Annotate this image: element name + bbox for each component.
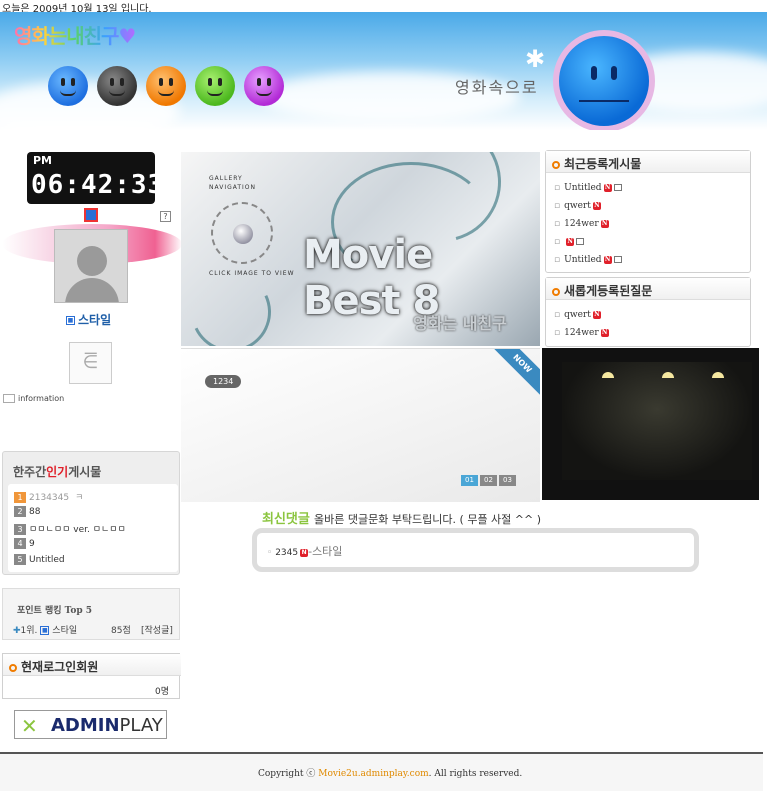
point-ranking-row[interactable]: ✚1위. ■ 스타일 85점 [작성글] bbox=[13, 623, 179, 636]
purple-face-icon bbox=[244, 66, 284, 106]
copyright-text: Copyright ⓒ Movie2u.adminplay.com. All r… bbox=[258, 769, 523, 779]
new-badge-icon: N bbox=[592, 201, 601, 210]
slide-page-2[interactable]: 02 bbox=[480, 475, 497, 486]
new-badge-icon: N bbox=[600, 219, 609, 228]
image-icon bbox=[613, 184, 622, 191]
popular-item[interactable]: 49 bbox=[14, 538, 35, 549]
point-ranking-title: 포인트 랭킹 Top 5 bbox=[17, 606, 93, 616]
sparkle-icon: ✱ bbox=[525, 45, 546, 73]
clock-time: 06:42:33 bbox=[31, 170, 165, 200]
list-item[interactable]: ▫ Untitled N bbox=[554, 179, 622, 197]
new-badge-icon: N bbox=[603, 183, 612, 192]
adminplay-logo[interactable]: ✕ ADMINPLAY bbox=[14, 710, 167, 739]
avatar[interactable] bbox=[54, 229, 128, 303]
list-item[interactable]: ▫ 124wer N bbox=[554, 324, 609, 342]
bullet-icon bbox=[552, 160, 560, 169]
popular-item[interactable]: 2 88 bbox=[14, 506, 40, 517]
image-icon bbox=[576, 238, 585, 245]
recent-posts-panel: 최근등록게시물 ▫ Untitled N ▫ qwert N ▫ 124wer N ▫ N ▫… bbox=[545, 150, 751, 273]
new-badge-icon: N bbox=[300, 548, 309, 557]
online-members-title: 현재로그인회원 bbox=[21, 660, 99, 674]
orange-face-icon bbox=[146, 66, 186, 106]
point-ranking-panel: 포인트 랭킹 Top 5 ✚1위. ■ 스타일 85점 [작성글] bbox=[2, 588, 180, 640]
user-icon: ■ bbox=[66, 316, 75, 325]
blue-face-icon bbox=[48, 66, 88, 106]
black-face-icon bbox=[97, 66, 137, 106]
featured-slider[interactable]: 1234 NOW 01 02 03 bbox=[181, 348, 540, 502]
new-badge-icon: N bbox=[600, 328, 609, 337]
bullet-icon bbox=[9, 663, 17, 672]
miniroom-box[interactable]: ⋶ bbox=[69, 342, 112, 384]
plus-icon: ✚ bbox=[13, 626, 21, 636]
profile-nickname[interactable]: ■ 스타일 bbox=[66, 311, 111, 328]
site-link[interactable]: Movie2u.adminplay.com bbox=[318, 769, 428, 779]
new-badge-icon: N bbox=[603, 255, 612, 264]
latest-comments-title: 최신댓글 올바른 댓글문화 부탁드립니다. ( 무플 사절 ^^ ) bbox=[262, 512, 542, 527]
flip-clock: PM 06:42:33 bbox=[27, 152, 163, 204]
now-ribbon: NOW bbox=[487, 349, 540, 399]
info-icon bbox=[3, 394, 15, 403]
header-banner: 영화는내친구♥ ✱ 영화속으로 bbox=[0, 12, 767, 130]
weekly-popular-title: 한주간인기게시물 bbox=[13, 465, 102, 479]
footer: Copyright ⓒ Movie2u.adminplay.com. All r… bbox=[0, 752, 763, 791]
site-logo[interactable]: 영화는내친구♥ bbox=[14, 20, 136, 49]
image-icon bbox=[613, 256, 622, 263]
recent-posts-title: 최근등록게시물 bbox=[564, 157, 642, 171]
new-badge-icon: N bbox=[566, 237, 575, 246]
banner-signature: 영화는 내친구 bbox=[413, 314, 507, 333]
clock-ampm: PM bbox=[33, 154, 53, 167]
slide-page-1[interactable]: 01 bbox=[461, 475, 478, 486]
slide-page-3[interactable]: 03 bbox=[499, 475, 516, 486]
gallery-label: GALLERY NAVIGATION bbox=[209, 175, 257, 191]
online-count: 0명 bbox=[154, 687, 169, 697]
comment-item[interactable]: ◦ 2345 N-스타일 bbox=[267, 543, 342, 559]
help-icon[interactable]: ? bbox=[160, 211, 171, 222]
movie-still-image[interactable] bbox=[542, 348, 759, 500]
information-link[interactable]: information bbox=[3, 394, 64, 403]
latest-comments-box: ◦ 2345 N-스타일 bbox=[252, 528, 699, 572]
new-badge-icon: N bbox=[592, 310, 601, 319]
list-item[interactable]: ▫ qwert N bbox=[554, 197, 622, 215]
bullet-icon bbox=[552, 287, 560, 296]
popular-item[interactable]: 5 Untitled bbox=[14, 554, 65, 565]
header-slogan: 영화속으로 bbox=[455, 78, 539, 97]
green-face-icon bbox=[195, 66, 235, 106]
slide-counter: 1234 bbox=[205, 375, 242, 388]
x-logo-icon: ✕ bbox=[21, 714, 38, 738]
list-item[interactable]: ▫ qwert N bbox=[554, 306, 609, 324]
user-icon: ■ bbox=[40, 626, 50, 635]
popular-item[interactable]: 3 ㅁㅁㄴㅁㅁ ver. ㅁㄴㅁㅁ bbox=[14, 522, 126, 535]
movie-best-banner[interactable]: GALLERY NAVIGATION CLICK IMAGE TO VIEW Mo… bbox=[181, 152, 540, 346]
gallery-nav-wheel[interactable] bbox=[211, 202, 273, 264]
clock-settings-icon[interactable] bbox=[84, 208, 98, 222]
click-hint: CLICK IMAGE TO VIEW bbox=[209, 270, 295, 277]
list-item[interactable]: ▫ 124wer N bbox=[554, 215, 622, 233]
mascot-face-icon bbox=[553, 30, 655, 130]
slide-pager: 01 02 03 bbox=[461, 472, 518, 486]
popular-item[interactable]: 1 2134345 ㅋ bbox=[14, 490, 83, 503]
list-item[interactable]: ▫ N bbox=[554, 233, 622, 251]
new-questions-title: 새롭게등록된질문 bbox=[564, 284, 653, 298]
weekly-popular-panel: 한주간인기게시물 1 2134345 ㅋ 2 88 3 ㅁㅁㄴㅁㅁ ver. ㅁㄴㅁㅁ … bbox=[2, 451, 180, 575]
new-questions-panel: 새롭게등록된질문 ▫ qwert N ▫ 124wer N bbox=[545, 277, 751, 347]
my-posts-link[interactable]: [작성글] bbox=[141, 623, 173, 636]
list-item[interactable]: ▫ Untitled N bbox=[554, 251, 622, 269]
online-members-panel: 현재로그인회원 0명 bbox=[2, 653, 181, 699]
